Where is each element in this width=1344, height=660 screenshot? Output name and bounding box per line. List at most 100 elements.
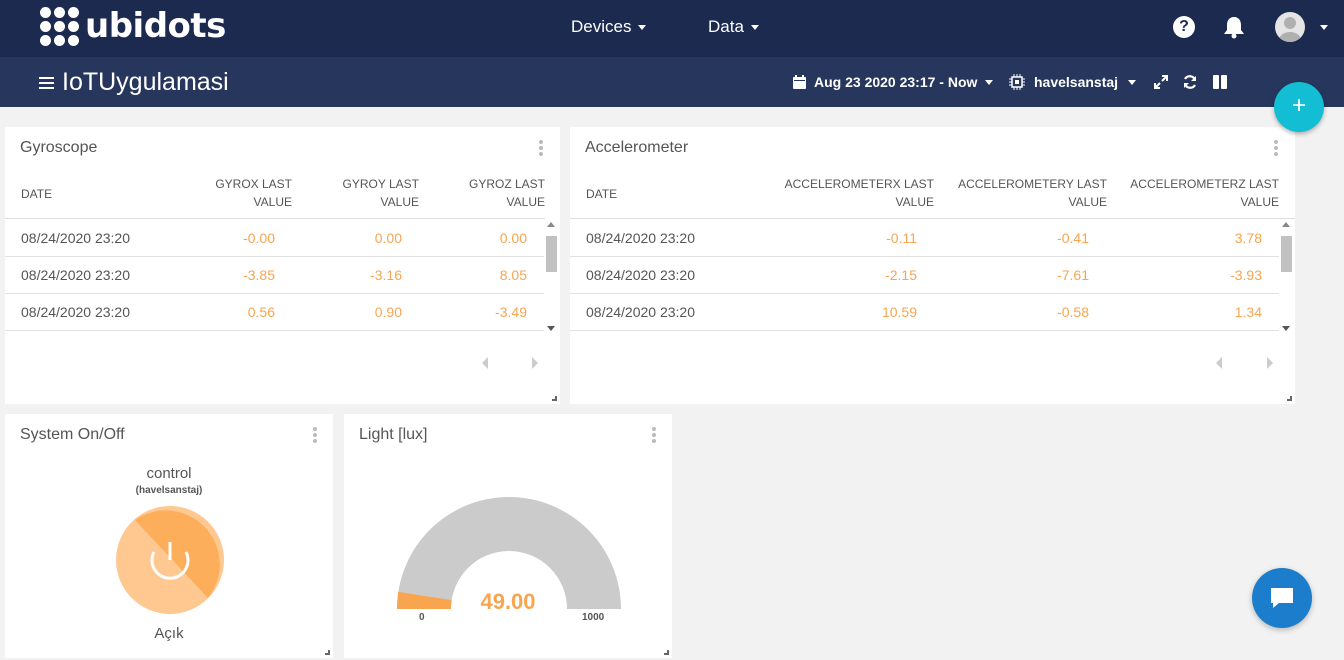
table-header: DATE ACCELEROMETERX LAST VALUE ACCELEROME… bbox=[570, 173, 1295, 219]
row-gyrox: 0.56 bbox=[247, 304, 275, 320]
refresh-icon[interactable] bbox=[1182, 74, 1198, 90]
scroll-up-arrow-icon[interactable] bbox=[547, 222, 555, 227]
widget-menu-icon[interactable] bbox=[1274, 140, 1278, 158]
widget-menu-icon[interactable] bbox=[313, 427, 317, 445]
nav-data-menu[interactable]: Data bbox=[708, 17, 759, 37]
column-header-date[interactable]: DATE bbox=[586, 185, 617, 203]
row-accelerometerz: 3.78 bbox=[1234, 230, 1262, 246]
table-scrollbar[interactable] bbox=[1279, 220, 1293, 335]
row-accelerometery: -0.41 bbox=[1057, 230, 1089, 246]
logo-text: ubidots bbox=[85, 6, 226, 46]
row-accelerometerz: 1.34 bbox=[1234, 304, 1262, 320]
row-date: 08/24/2020 23:20 bbox=[586, 267, 695, 283]
switch-device-name: (havelsanstaj) bbox=[135, 485, 203, 496]
previous-page-icon[interactable] bbox=[1216, 357, 1222, 369]
chevron-down-icon bbox=[638, 24, 647, 30]
chat-support-button[interactable] bbox=[1252, 568, 1312, 628]
row-date: 08/24/2020 23:20 bbox=[586, 230, 695, 246]
row-accelerometerx: 10.59 bbox=[881, 304, 917, 320]
layout-columns-icon[interactable] bbox=[1212, 74, 1228, 90]
row-date: 08/24/2020 23:20 bbox=[21, 304, 130, 320]
hamburger-menu-icon[interactable] bbox=[39, 77, 54, 89]
scroll-down-arrow-icon[interactable] bbox=[1282, 326, 1290, 331]
row-date: 08/24/2020 23:20 bbox=[21, 230, 130, 246]
help-icon[interactable]: ? bbox=[1173, 16, 1195, 38]
column-header-gyroy[interactable]: GYROY LAST VALUE bbox=[343, 175, 419, 211]
widget-menu-icon[interactable] bbox=[652, 427, 656, 445]
device-selector[interactable]: havelsanstaj bbox=[1009, 74, 1137, 90]
row-gyroz: -3.49 bbox=[495, 304, 527, 320]
widget-title: Gyroscope bbox=[20, 139, 98, 156]
table-row: 08/24/2020 23:20 10.59 -0.58 1.34 bbox=[570, 294, 1280, 331]
row-gyroz: 8.05 bbox=[499, 267, 527, 283]
next-page-icon[interactable] bbox=[1267, 357, 1273, 369]
table-row: 08/24/2020 23:20 -2.15 -7.61 -3.93 bbox=[570, 257, 1280, 294]
add-widget-button[interactable]: + bbox=[1274, 82, 1324, 132]
accelerometer-widget: Accelerometer DATE ACCELEROMETERX LAST VA… bbox=[570, 127, 1295, 404]
row-gyroy: -3.16 bbox=[370, 267, 402, 283]
column-header-accelerometerz[interactable]: ACCELEROMETERZ LAST VALUE bbox=[1130, 175, 1279, 211]
chevron-down-icon bbox=[750, 24, 759, 30]
column-header-accelerometery[interactable]: ACCELEROMETERY LAST VALUE bbox=[958, 175, 1107, 211]
dashboard-header: IoTUygulamasi Aug 23 2020 23:17 - Now ha… bbox=[0, 57, 1344, 107]
chevron-down-icon bbox=[985, 79, 994, 85]
row-gyroz: 0.00 bbox=[499, 230, 527, 246]
scroll-up-arrow-icon[interactable] bbox=[1282, 222, 1290, 227]
light-gauge-widget: Light [lux] 49.00 0 1000 bbox=[344, 414, 672, 658]
user-icon bbox=[1279, 17, 1301, 42]
table-header: DATE GYROX LAST VALUE GYROY LAST VALUE GYR… bbox=[5, 173, 545, 219]
column-header-date[interactable]: DATE bbox=[21, 185, 52, 203]
bell-icon[interactable] bbox=[1223, 15, 1245, 39]
resize-handle-icon[interactable] bbox=[664, 650, 669, 655]
date-range-label: Aug 23 2020 23:17 - Now bbox=[814, 74, 978, 90]
row-date: 08/24/2020 23:20 bbox=[586, 304, 695, 320]
table-row: 08/24/2020 23:20 -0.11 -0.41 3.78 bbox=[570, 220, 1280, 257]
next-page-icon[interactable] bbox=[532, 357, 538, 369]
row-date: 08/24/2020 23:20 bbox=[21, 267, 130, 283]
device-selector-label: havelsanstaj bbox=[1034, 74, 1119, 90]
switch-variable-name: control bbox=[146, 465, 192, 482]
logo-dots-icon bbox=[40, 6, 79, 46]
table-scrollbar[interactable] bbox=[544, 220, 558, 335]
resize-handle-icon[interactable] bbox=[552, 396, 557, 401]
table-row: 08/24/2020 23:20 -3.85 -3.16 8.05 bbox=[5, 257, 545, 294]
scrollbar-thumb[interactable] bbox=[1281, 236, 1292, 272]
date-range-picker[interactable]: Aug 23 2020 23:17 - Now bbox=[793, 74, 994, 90]
resize-handle-icon[interactable] bbox=[1287, 396, 1292, 401]
gyroscope-widget: Gyroscope DATE GYROX LAST VALUE GYROY LAS… bbox=[5, 127, 560, 404]
table-row: 08/24/2020 23:20 0.56 0.90 -3.49 bbox=[5, 294, 545, 331]
fullscreen-expand-icon[interactable] bbox=[1153, 74, 1169, 90]
row-accelerometerz: -3.93 bbox=[1230, 267, 1262, 283]
row-gyroy: 0.00 bbox=[374, 230, 402, 246]
resize-handle-icon[interactable] bbox=[325, 650, 330, 655]
widget-menu-icon[interactable] bbox=[539, 140, 543, 158]
calendar-icon bbox=[793, 75, 806, 89]
gauge-value: 49.00 bbox=[480, 589, 536, 614]
column-header-gyroz[interactable]: GYROZ LAST VALUE bbox=[469, 175, 545, 211]
chevron-down-icon bbox=[1128, 79, 1137, 85]
table-row: 08/24/2020 23:20 -0.00 0.00 0.00 bbox=[5, 220, 545, 257]
row-accelerometery: -0.58 bbox=[1057, 304, 1089, 320]
power-toggle-button[interactable] bbox=[116, 506, 224, 614]
widget-title: System On/Off bbox=[20, 426, 125, 443]
chat-bubble-icon bbox=[1271, 588, 1293, 608]
top-navbar: ubidots Devices Data ? bbox=[0, 0, 1344, 57]
dashboard-title[interactable]: IoTUygulamasi bbox=[62, 68, 229, 97]
previous-page-icon[interactable] bbox=[482, 357, 488, 369]
nav-devices-label: Devices bbox=[571, 17, 632, 36]
column-header-gyrox[interactable]: GYROX LAST VALUE bbox=[215, 175, 292, 211]
nav-data-label: Data bbox=[708, 17, 744, 36]
user-avatar[interactable] bbox=[1275, 12, 1305, 42]
row-gyrox: -0.00 bbox=[243, 230, 275, 246]
system-switch-widget: System On/Off control (havelsanstaj) Açı… bbox=[5, 414, 333, 658]
avatar-chevron-down-icon[interactable] bbox=[1320, 25, 1328, 30]
ubidots-logo[interactable]: ubidots bbox=[40, 6, 226, 46]
column-header-accelerometerx[interactable]: ACCELEROMETERX LAST VALUE bbox=[785, 175, 934, 211]
row-gyroy: 0.90 bbox=[374, 304, 402, 320]
scroll-down-arrow-icon[interactable] bbox=[547, 326, 555, 331]
nav-devices-menu[interactable]: Devices bbox=[571, 17, 647, 37]
widget-title: Accelerometer bbox=[585, 139, 689, 156]
switch-state-label: Açık bbox=[154, 625, 184, 642]
scrollbar-thumb[interactable] bbox=[546, 236, 557, 272]
row-accelerometery: -7.61 bbox=[1057, 267, 1089, 283]
